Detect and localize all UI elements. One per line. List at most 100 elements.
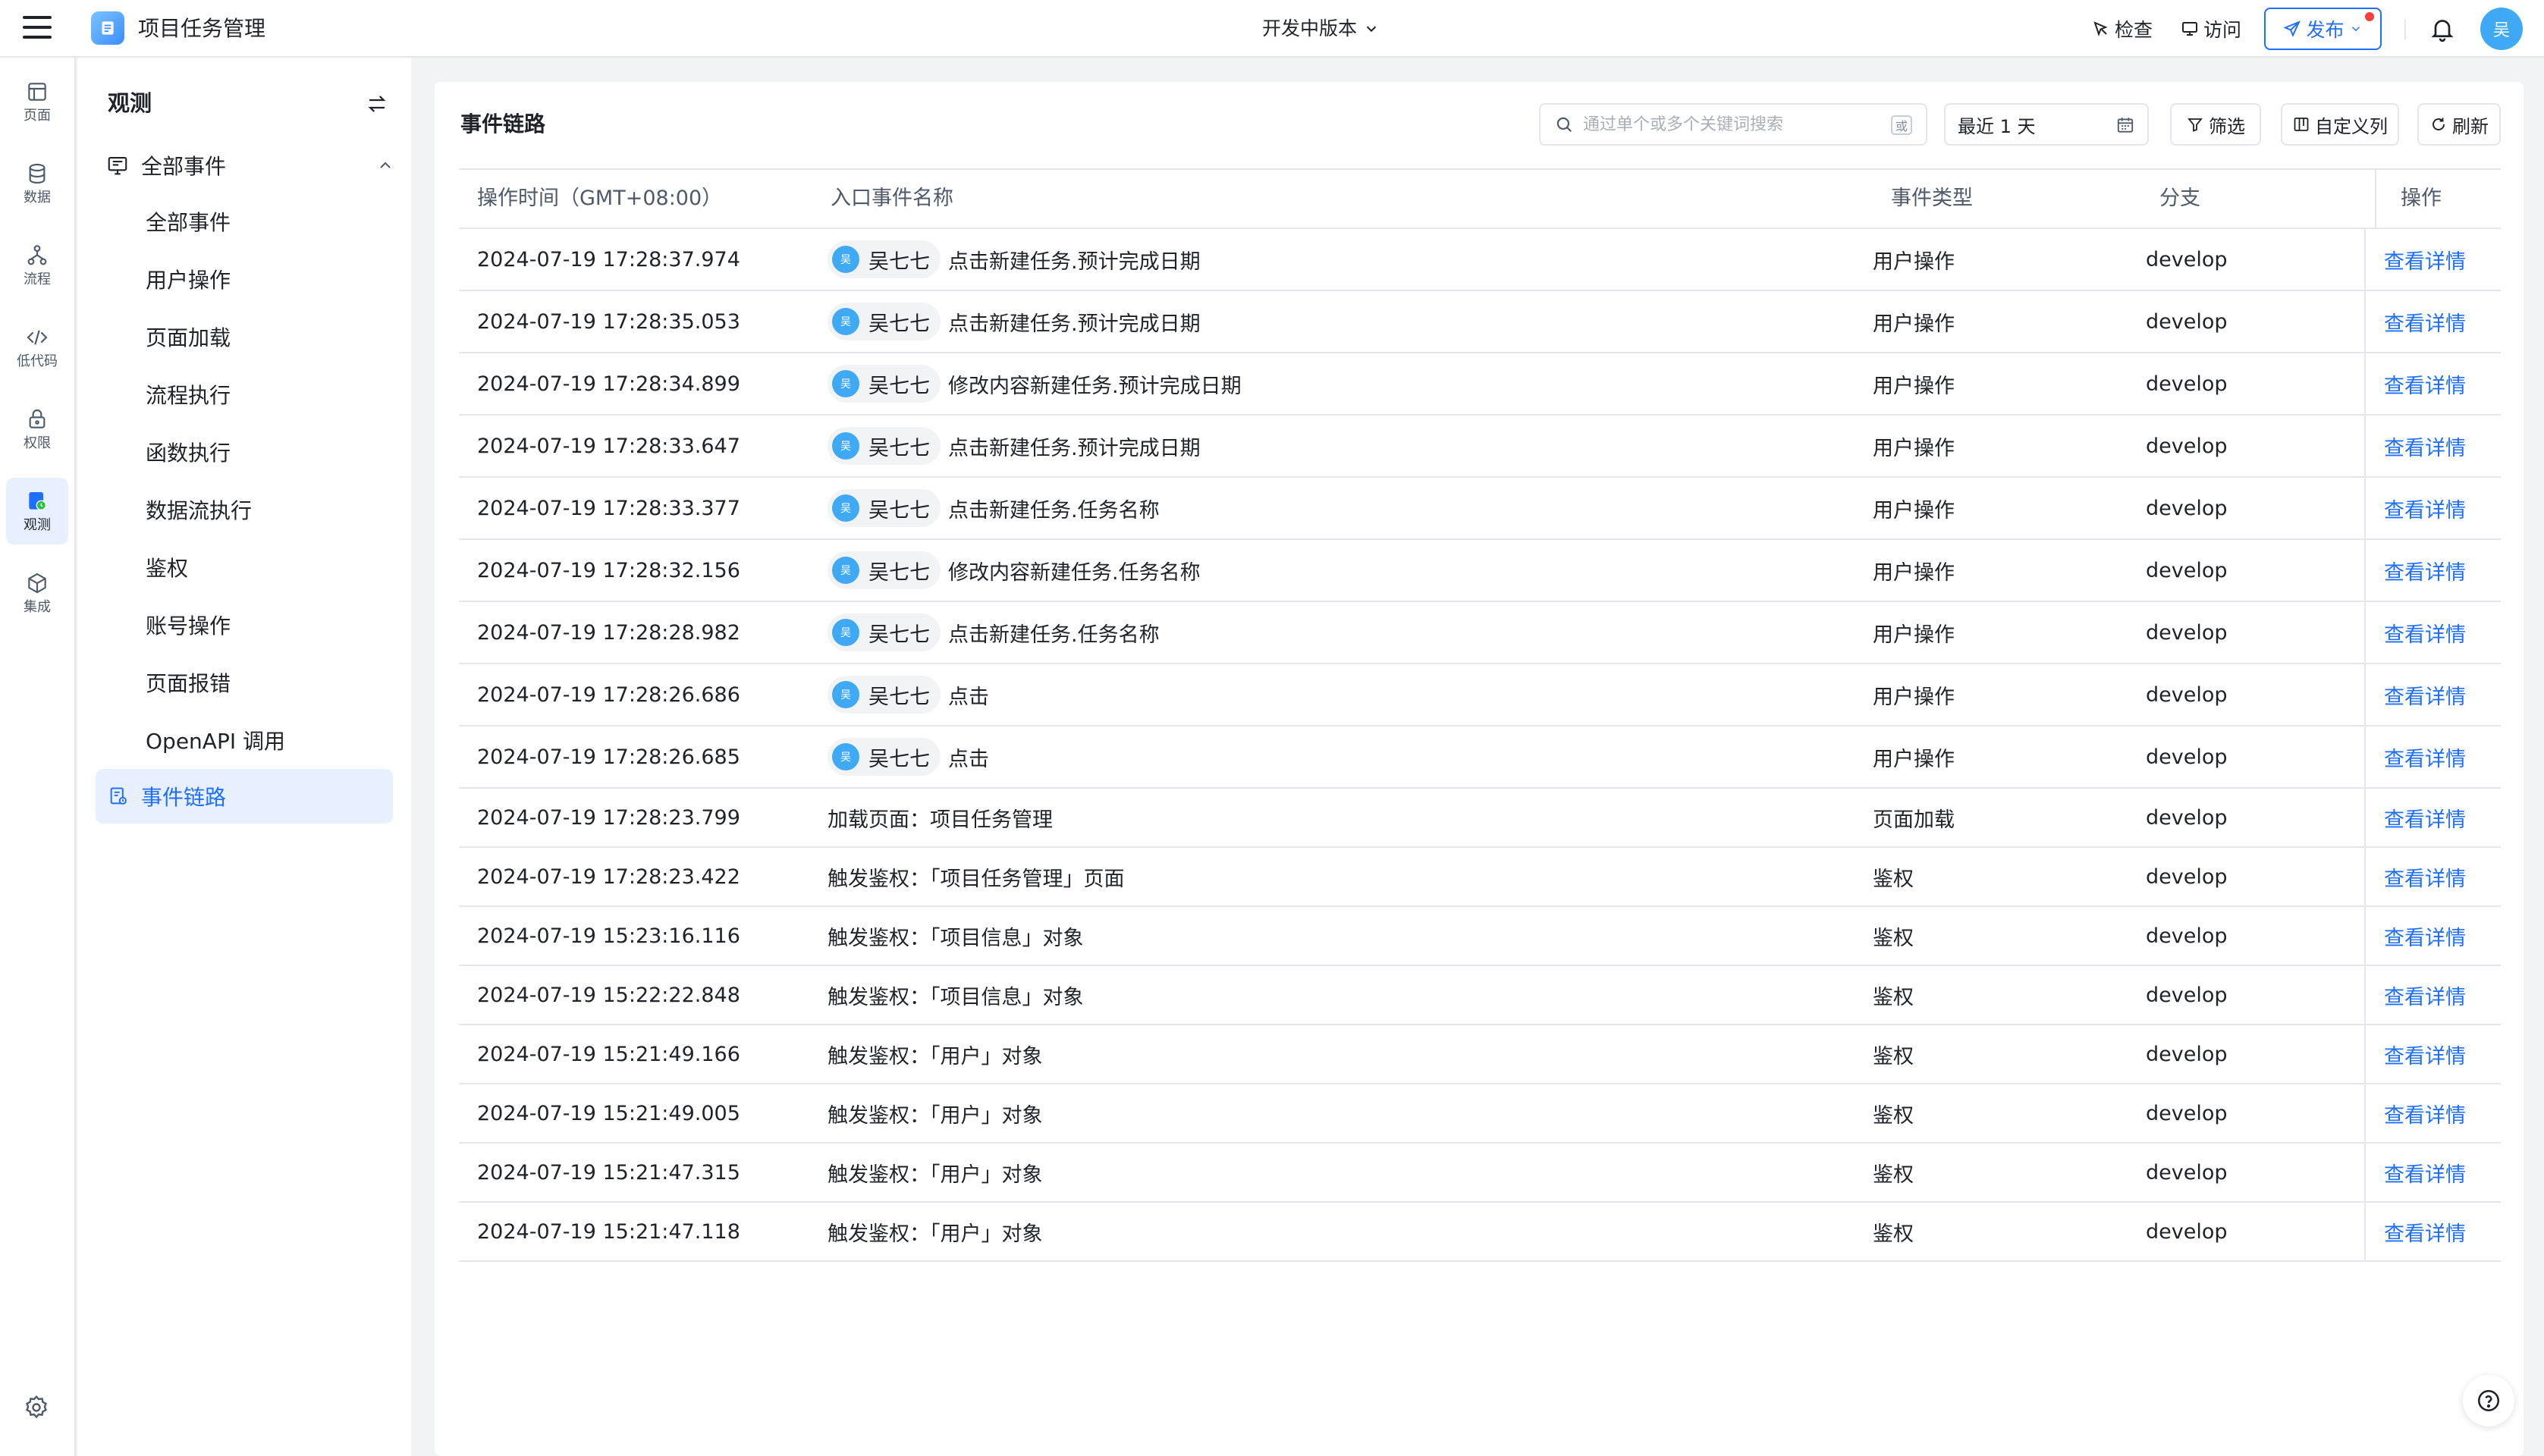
row-event-type: 鉴权 [1873, 1044, 1914, 1068]
database-icon [29, 163, 46, 184]
avatar: 吴 [832, 308, 859, 335]
sidebar-item-all-events[interactable]: 全部事件 [96, 194, 393, 249]
row-time: 2024-07-19 17:28:28.982 [477, 620, 740, 645]
sidebar-item-openapi[interactable]: OpenAPI 调用 [96, 713, 393, 767]
row-time: 2024-07-19 17:28:37.974 [477, 247, 740, 271]
sidebar-item-account-action[interactable]: 账号操作 [96, 598, 393, 652]
view-details-link[interactable]: 查看详情 [2384, 540, 2466, 601]
sidebar-item-page-load[interactable]: 页面加载 [96, 309, 393, 364]
event-name: 点击新建任务.预计完成日期 [948, 249, 1201, 274]
event-name: 点击 [948, 685, 989, 709]
rail-item-page[interactable]: 页面 [6, 68, 68, 135]
gear-icon[interactable] [23, 1394, 50, 1421]
filter-label: 筛选 [2209, 115, 2245, 137]
filter-button[interactable]: 筛选 [2170, 103, 2261, 146]
view-details-link[interactable]: 查看详情 [2384, 726, 2466, 787]
column-divider [2364, 1144, 2366, 1201]
user-name: 吴七七 [868, 498, 930, 522]
view-details-link[interactable]: 查看详情 [2384, 664, 2466, 725]
avatar: 吴 [832, 370, 859, 397]
table-row: 2024-07-19 15:21:47.315 触发鉴权：「用户」对象 鉴权 d… [459, 1144, 2501, 1203]
view-details-link[interactable]: 查看详情 [2384, 789, 2466, 846]
observe-icon [29, 492, 46, 510]
row-event-type: 鉴权 [1873, 1103, 1914, 1128]
avatar: 吴 [832, 681, 859, 708]
sidebar-group-all-events[interactable]: 全部事件 [106, 144, 394, 187]
view-details-link[interactable]: 查看详情 [2384, 416, 2466, 476]
row-branch: develop [2146, 372, 2228, 396]
row-time: 2024-07-19 17:28:33.647 [477, 434, 740, 458]
view-details-link[interactable]: 查看详情 [2384, 1025, 2466, 1083]
row-branch: develop [2146, 1042, 2228, 1066]
custom-columns-button[interactable]: 自定义列 [2281, 103, 2399, 146]
view-details-link[interactable]: 查看详情 [2384, 1144, 2466, 1201]
refresh-button[interactable]: 刷新 [2417, 103, 2501, 146]
row-event-name: 触发鉴权：「用户」对象 [828, 1044, 1043, 1068]
visit-button[interactable]: 访问 [2181, 14, 2241, 44]
bell-icon[interactable] [2429, 15, 2456, 42]
publish-label: 发布 [2306, 19, 2345, 41]
flow-icon [27, 245, 47, 265]
view-details-link[interactable]: 查看详情 [2384, 1084, 2466, 1142]
row-event-type: 用户操作 [1873, 685, 1955, 709]
event-name: 修改内容新建任务.预计完成日期 [948, 374, 1242, 398]
trace-doc-icon [110, 787, 127, 805]
row-time: 2024-07-19 17:28:32.156 [477, 558, 740, 582]
rail-item-data[interactable]: 数据 [6, 150, 68, 217]
check-button[interactable]: 检查 [2092, 14, 2153, 44]
avatar: 吴 [832, 432, 859, 460]
view-details-link[interactable]: 查看详情 [2384, 1203, 2466, 1260]
row-event-name: 吴吴七七 点击 [828, 726, 989, 787]
sidebar-item-page-error[interactable]: 页面报错 [96, 655, 393, 710]
event-name: 点击新建任务.任务名称 [948, 498, 1160, 522]
search-box[interactable]: 或 [1539, 103, 1927, 146]
row-branch: develop [2146, 558, 2228, 582]
table-row: 2024-07-19 17:28:32.156 吴吴七七 修改内容新建任务.任务… [459, 540, 2501, 602]
view-details-link[interactable]: 查看详情 [2384, 353, 2466, 414]
table-row: 2024-07-19 17:28:35.053 吴吴七七 点击新建任务.预计完成… [459, 291, 2501, 353]
table-row: 2024-07-19 15:21:49.166 触发鉴权：「用户」对象 鉴权 d… [459, 1025, 2501, 1084]
sidebar-item-user-action[interactable]: 用户操作 [96, 252, 393, 306]
or-toggle[interactable]: 或 [1891, 115, 1912, 135]
sidebar-item-flow-exec[interactable]: 流程执行 [96, 367, 393, 422]
visit-label: 访问 [2203, 19, 2242, 41]
column-divider [2364, 664, 2366, 725]
row-branch: develop [2146, 1219, 2228, 1244]
sidebar-item-function-exec[interactable]: 函数执行 [96, 425, 393, 479]
chevron-up-icon [380, 162, 391, 168]
chevron-down-icon [1366, 26, 1377, 33]
rail-item-permission[interactable]: 权限 [6, 396, 68, 463]
user-chip: 吴吴七七 [828, 365, 941, 403]
view-details-link[interactable]: 查看详情 [2384, 907, 2466, 965]
row-time: 2024-07-19 17:28:23.799 [477, 805, 740, 830]
swap-icon[interactable] [366, 93, 388, 115]
menu-icon[interactable] [23, 16, 52, 40]
sidebar-item-auth[interactable]: 鉴权 [96, 540, 393, 595]
row-time: 2024-07-19 15:21:49.166 [477, 1042, 740, 1066]
user-name: 吴七七 [868, 249, 930, 274]
search-input[interactable] [1583, 115, 1871, 134]
rail-item-observe[interactable]: 观测 [6, 478, 68, 544]
rail-item-lowcode[interactable]: 低代码 [6, 314, 68, 381]
user-avatar[interactable]: 吴 [2480, 8, 2523, 50]
monitor-icon [2182, 22, 2197, 36]
help-button[interactable] [2463, 1375, 2514, 1426]
view-details-link[interactable]: 查看详情 [2384, 602, 2466, 663]
view-details-link[interactable]: 查看详情 [2384, 291, 2466, 352]
sidebar-item-dataflow-exec[interactable]: 数据流执行 [96, 482, 393, 537]
view-details-link[interactable]: 查看详情 [2384, 848, 2466, 905]
rail-item-integration[interactable]: 集成 [6, 560, 68, 626]
rail-item-flow[interactable]: 流程 [6, 232, 68, 299]
view-details-link[interactable]: 查看详情 [2384, 229, 2466, 290]
date-range-picker[interactable]: 最近 1 天 [1944, 103, 2149, 146]
publish-button[interactable]: 发布 [2264, 8, 2382, 50]
row-event-type: 用户操作 [1873, 560, 1955, 585]
view-details-link[interactable]: 查看详情 [2384, 966, 2466, 1024]
row-event-name: 吴吴七七 点击新建任务.预计完成日期 [828, 416, 1201, 476]
version-switch[interactable]: 开发中版本 [1262, 14, 1380, 44]
sidebar-item-event-trace[interactable]: 事件链路 [96, 769, 393, 824]
view-details-link[interactable]: 查看详情 [2384, 478, 2466, 538]
row-branch: develop [2146, 682, 2228, 707]
table-row: 2024-07-19 17:28:33.647 吴吴七七 点击新建任务.预计完成… [459, 416, 2501, 478]
column-divider [2364, 478, 2366, 538]
